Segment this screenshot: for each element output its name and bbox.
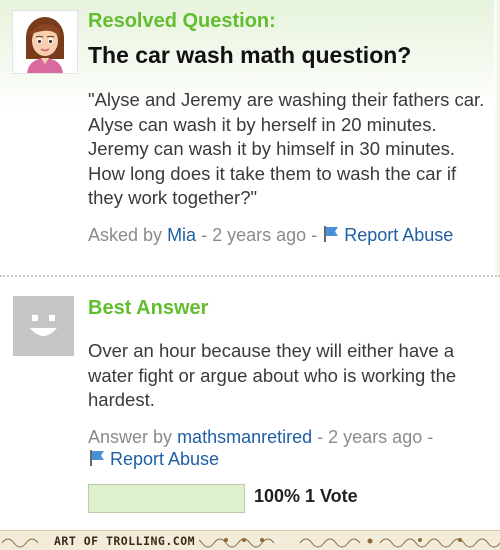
question-report-abuse-link[interactable]: Report Abuse [322, 225, 453, 245]
flag-icon [90, 450, 104, 466]
resolved-question-label: Resolved Question: [88, 10, 276, 32]
answer-meta: Answer by mathsmanretired - 2 years ago … [88, 426, 488, 470]
answer-report-abuse-link[interactable]: Report Abuse [88, 449, 219, 469]
section-divider [0, 275, 500, 277]
answerer-avatar[interactable] [13, 296, 74, 356]
answer-body: Over an hour because they will either ha… [88, 340, 457, 410]
watermark-strip: ART OF TROLLING.COM [0, 530, 500, 550]
watermark-text: ART OF TROLLING.COM [50, 534, 200, 548]
answerer-name-link[interactable]: mathsmanretired [177, 427, 312, 447]
question-report-abuse-label: Report Abuse [344, 225, 454, 245]
question-body: "Alyse and Jeremy are washing their fath… [88, 89, 485, 208]
meta-separator: - [311, 225, 318, 245]
vote-bar [88, 484, 245, 513]
vote-bar-fill [89, 485, 244, 512]
cartoon-girl-avatar-icon [26, 17, 64, 73]
question-meta: Asked by Mia - 2 years ago - Report Abus… [88, 225, 453, 246]
meta-separator: - [427, 427, 434, 447]
best-answer-label: Best Answer [88, 297, 209, 319]
meta-separator: - [317, 427, 324, 447]
asked-by-prefix: Asked by [88, 225, 163, 245]
question-time-ago: 2 years ago [212, 225, 307, 245]
smiley-placeholder-avatar-icon [13, 296, 74, 356]
asker-name-link[interactable]: Mia [167, 225, 196, 245]
vote-percent: 100% [254, 486, 301, 506]
answer-by-prefix: Answer by [88, 427, 173, 447]
flag-icon [324, 226, 339, 242]
vote-count: 1 Vote [305, 486, 358, 506]
asker-avatar[interactable] [12, 10, 78, 74]
question-title: The car wash math question? [88, 42, 412, 68]
question-section: Resolved Question: The car wash math que… [0, 0, 500, 275]
yahoo-answers-page: Resolved Question: The car wash math que… [0, 0, 500, 550]
answer-report-abuse-label: Report Abuse [110, 449, 220, 469]
meta-separator: - [201, 225, 208, 245]
answer-time-ago: 2 years ago [328, 427, 423, 447]
